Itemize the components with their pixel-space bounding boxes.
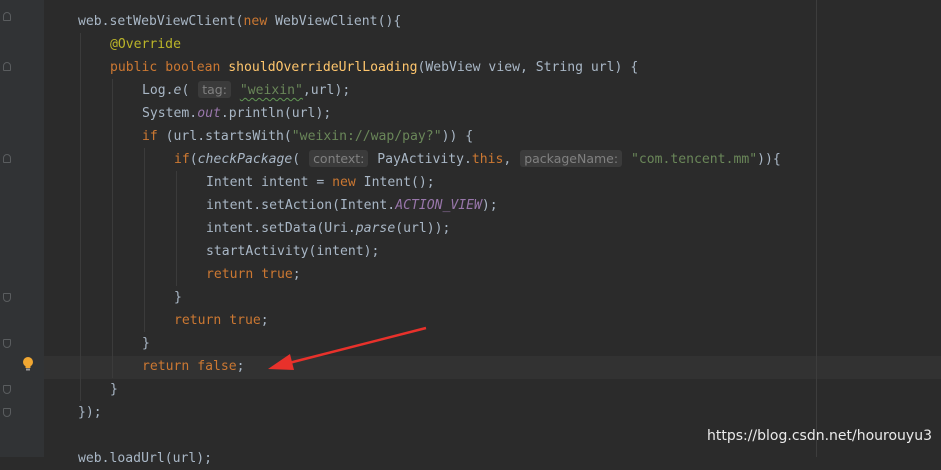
watermark-text: https://blog.csdn.net/hourouyu3 [706,428,932,444]
annotation-arrow [268,326,427,370]
